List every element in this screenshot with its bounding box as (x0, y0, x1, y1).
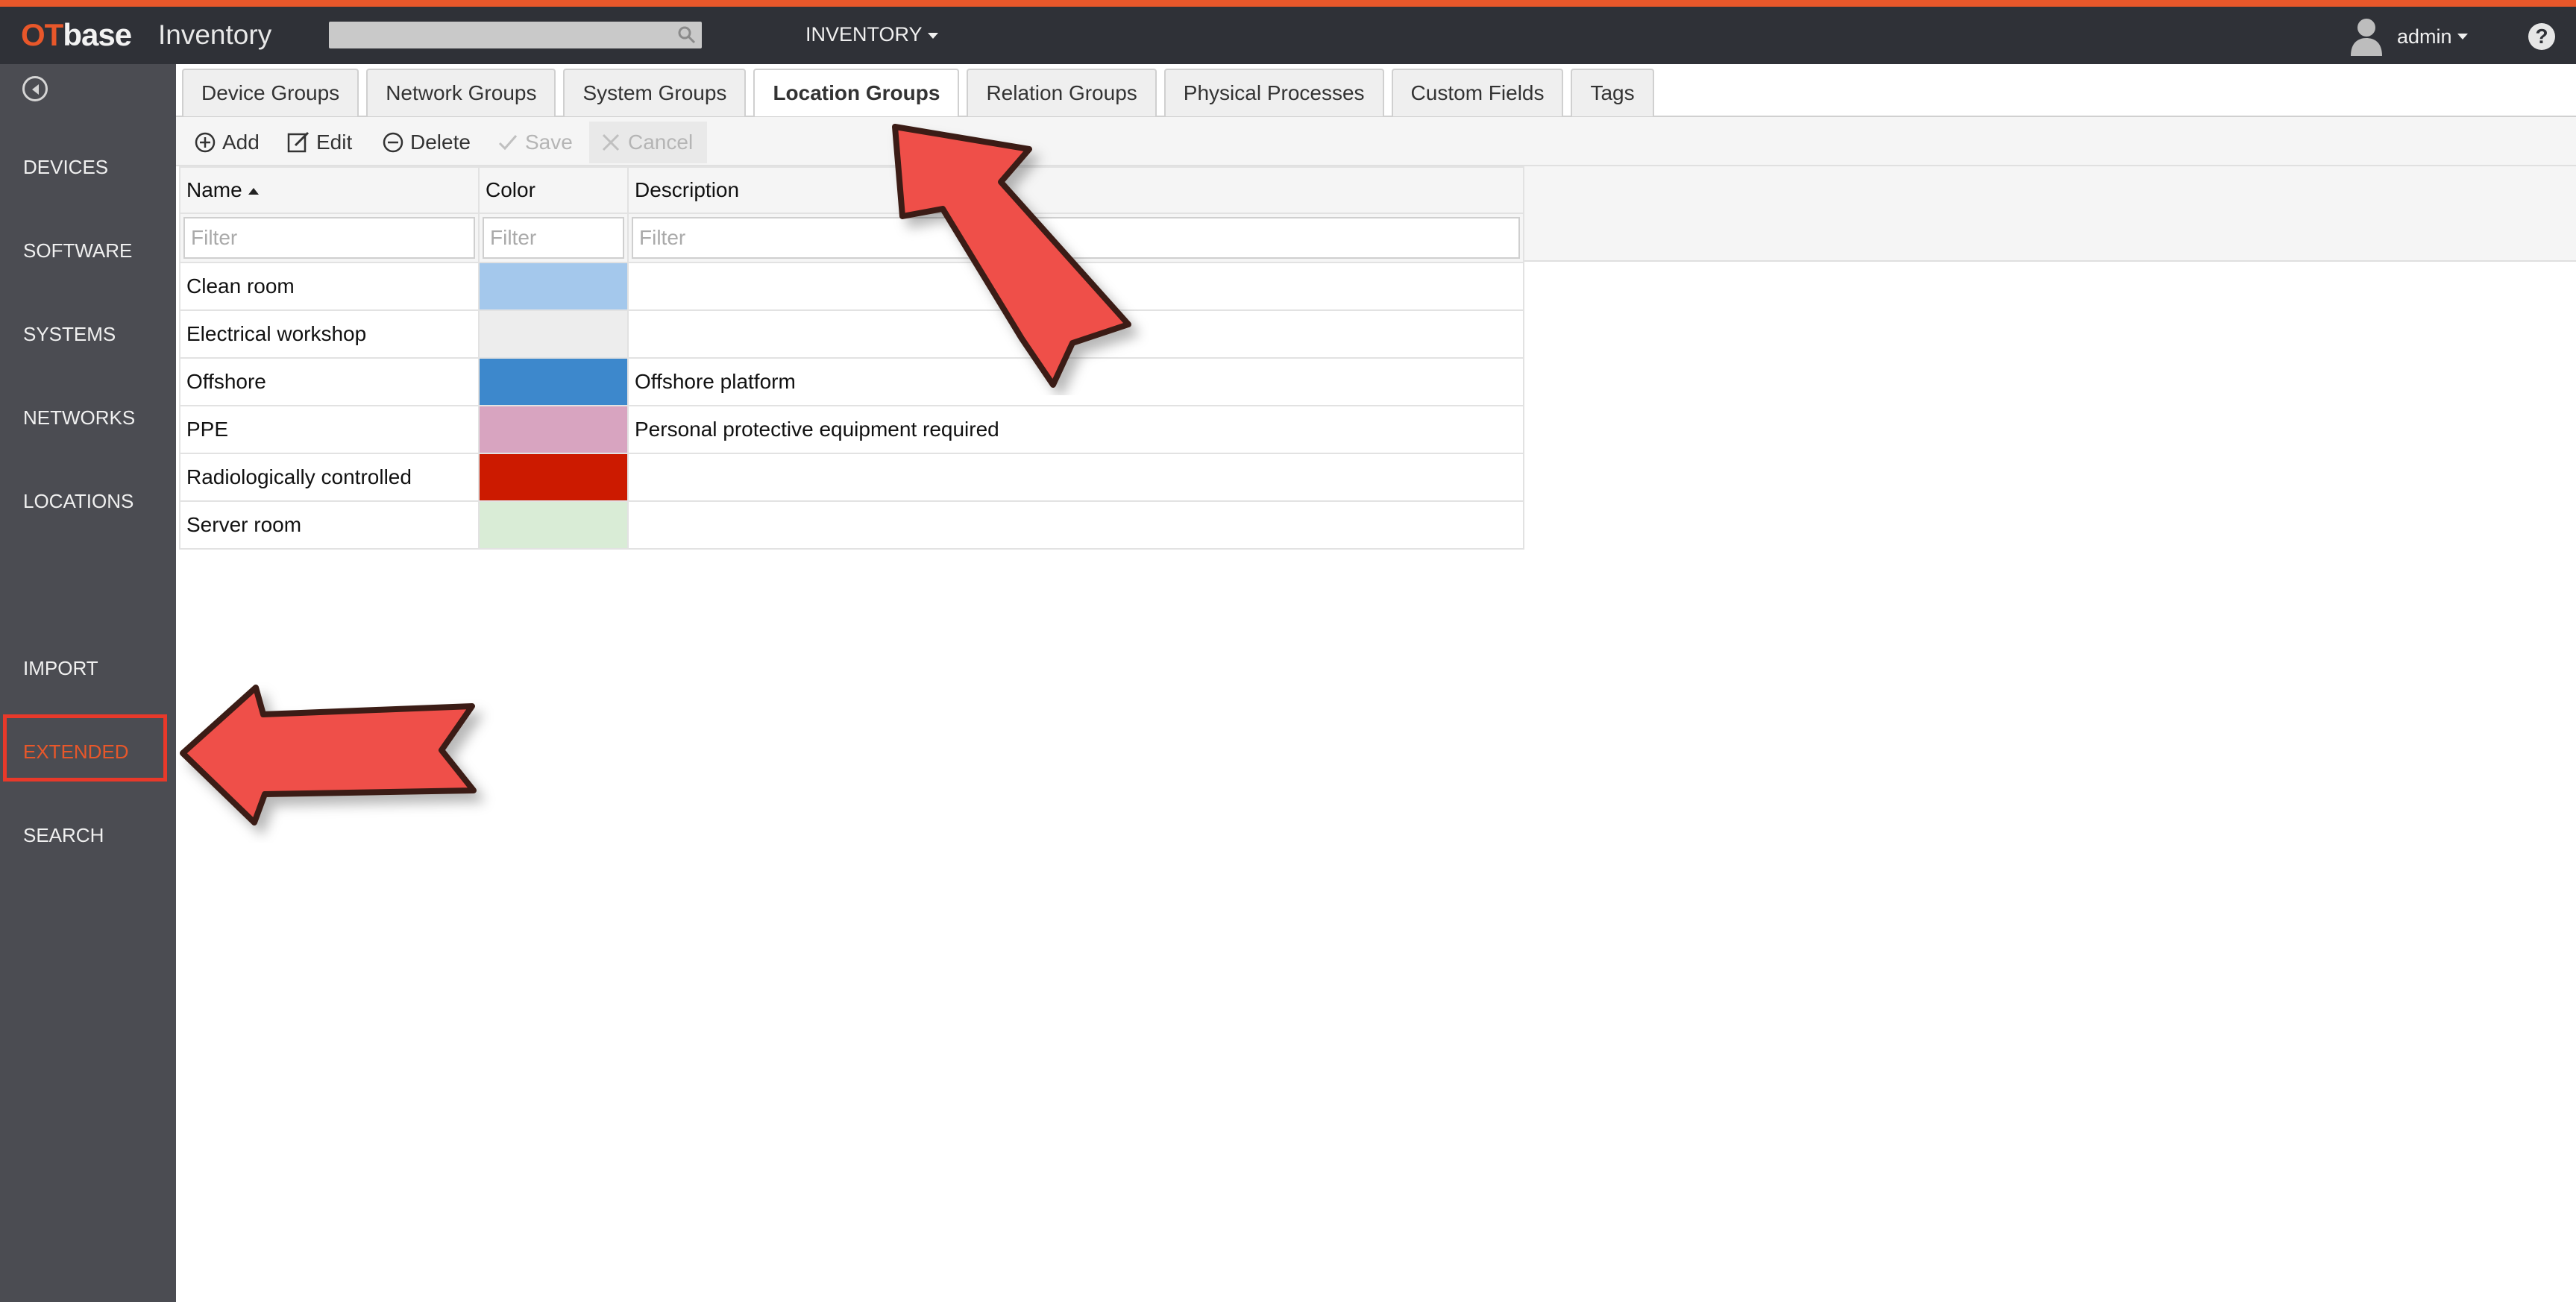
annotation-arrow-sidebar (180, 685, 477, 825)
search-icon[interactable] (676, 25, 697, 45)
cell-name[interactable]: PPE (179, 405, 480, 454)
chevron-down-icon (2457, 34, 2468, 40)
cell-name[interactable]: Electrical workshop (179, 309, 480, 359)
tab-custom-fields[interactable]: Custom Fields (1391, 69, 1564, 116)
cell-name[interactable]: Radiologically controlled (179, 453, 480, 502)
inventory-menu-label: INVENTORY (805, 23, 923, 45)
close-icon (602, 133, 620, 151)
accent-line (0, 0, 2576, 7)
cell-description[interactable]: Personal protective equipment required (627, 405, 1524, 454)
tab-device-groups[interactable]: Device Groups (182, 69, 359, 116)
user-icon (2351, 19, 2382, 56)
minus-circle-icon (383, 132, 403, 153)
sort-ascending-icon (248, 188, 259, 195)
cell-color[interactable] (478, 500, 629, 550)
help-icon[interactable]: ? (2528, 23, 2555, 50)
color-swatch (480, 407, 626, 452)
save-button[interactable]: Save (497, 128, 573, 157)
cell-name[interactable]: Server room (179, 500, 480, 550)
edit-icon (287, 131, 310, 153)
tab-system-groups[interactable]: System Groups (563, 69, 747, 116)
table-row[interactable]: Server room (179, 500, 1524, 550)
chevron-down-icon (927, 32, 938, 39)
column-header-color[interactable]: Color (478, 166, 629, 214)
sidebar-item-software[interactable]: SOFTWARE (23, 239, 132, 262)
sidebar-item-locations[interactable]: LOCATIONS (23, 490, 133, 513)
sidebar-item-devices[interactable]: DEVICES (23, 156, 108, 179)
column-header-name[interactable]: Name (179, 166, 480, 214)
grid-header-filler (1521, 166, 2576, 262)
cancel-button-label: Cancel (628, 130, 694, 154)
tab-physical-processes[interactable]: Physical Processes (1163, 69, 1384, 116)
grid-toolbar: Add Edit Delete Save Cancel (176, 117, 2576, 166)
top-bar: OTbase Inventory INVENTORY admin ? (0, 7, 2576, 64)
delete-button-label: Delete (410, 130, 471, 154)
save-button-label: Save (525, 130, 573, 154)
cancel-button[interactable]: Cancel (600, 128, 693, 157)
color-filter-input[interactable] (483, 217, 624, 259)
color-swatch (480, 312, 626, 356)
check-icon (498, 135, 518, 151)
inventory-menu[interactable]: INVENTORY (805, 23, 938, 46)
color-swatch (480, 359, 626, 404)
sidebar-item-import[interactable]: IMPORT (23, 657, 98, 680)
global-search-input[interactable] (329, 22, 702, 48)
annotation-arrow-tab (892, 124, 1131, 388)
table-row[interactable]: Offshore Offshore platform (179, 357, 1524, 406)
cell-color[interactable] (478, 309, 629, 359)
table-row[interactable]: Clean room (179, 262, 1524, 311)
sidebar-item-systems[interactable]: SYSTEMS (23, 323, 116, 346)
cell-name[interactable]: Clean room (179, 262, 480, 311)
table-row[interactable]: Radiologically controlled (179, 453, 1524, 502)
delete-button[interactable]: Delete (382, 128, 471, 157)
cell-color[interactable] (478, 262, 629, 311)
plus-circle-icon (195, 132, 216, 153)
cell-description[interactable] (627, 453, 1524, 502)
app-title: Inventory (158, 19, 272, 50)
edit-button-label: Edit (316, 130, 353, 154)
app-root: OTbase Inventory INVENTORY admin ? DEVIC… (0, 0, 2576, 1302)
color-swatch (480, 455, 626, 500)
cell-color[interactable] (478, 405, 629, 454)
grid-header-row: Name Color Description (179, 166, 1524, 214)
sidebar-item-search[interactable]: SEARCH (23, 824, 104, 847)
user-menu[interactable]: admin (2349, 16, 2468, 57)
sidebar: DEVICES SOFTWARE SYSTEMS NETWORKS LOCATI… (0, 64, 176, 1302)
table-row[interactable]: Electrical workshop (179, 309, 1524, 359)
color-swatch (480, 503, 626, 547)
collapse-sidebar-icon[interactable] (22, 76, 48, 101)
filter-cell-color (478, 213, 629, 263)
table-row[interactable]: PPE Personal protective equipment requir… (179, 405, 1524, 454)
tab-network-groups[interactable]: Network Groups (366, 69, 556, 116)
cell-name[interactable]: Offshore (179, 357, 480, 406)
name-filter-input[interactable] (183, 217, 475, 259)
add-button[interactable]: Add (194, 128, 260, 157)
otbase-logo[interactable]: OTbase (21, 17, 132, 53)
grid-filter-row (179, 213, 1524, 263)
cell-description[interactable] (627, 500, 1524, 550)
filter-cell-name (179, 213, 480, 263)
sidebar-item-networks[interactable]: NETWORKS (23, 406, 135, 430)
sidebar-item-extended[interactable]: EXTENDED (23, 740, 129, 764)
location-groups-grid: Name Color Description Clean room Ele (179, 166, 1524, 550)
edit-button[interactable]: Edit (286, 128, 352, 157)
color-swatch (480, 264, 626, 309)
cell-color[interactable] (478, 357, 629, 406)
cell-color[interactable] (478, 453, 629, 502)
tab-tags[interactable]: Tags (1571, 69, 1654, 116)
user-name: admin (2397, 25, 2452, 48)
add-button-label: Add (222, 130, 260, 154)
